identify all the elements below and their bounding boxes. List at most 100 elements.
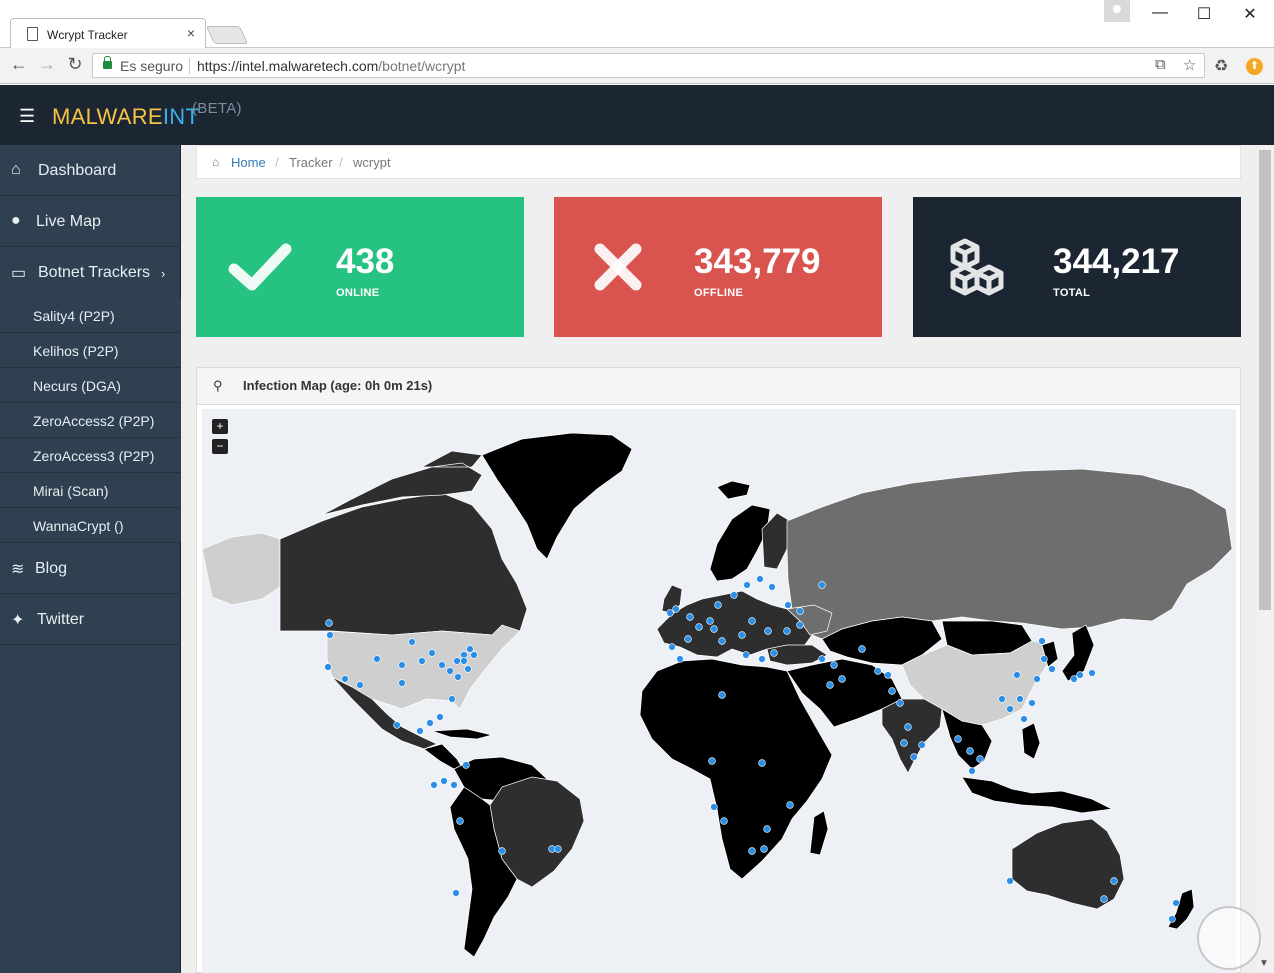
back-icon[interactable]: ← xyxy=(7,54,31,75)
world-map-svg[interactable] xyxy=(202,409,1236,973)
infection-point[interactable] xyxy=(826,681,834,689)
infection-point[interactable] xyxy=(720,817,728,825)
infection-point[interactable] xyxy=(918,741,926,749)
sidebar-item-botnet-trackers[interactable]: ▭ Botnet Trackers › xyxy=(0,247,181,299)
country-australia[interactable] xyxy=(1011,818,1125,910)
infection-point[interactable] xyxy=(900,739,908,747)
infection-point[interactable] xyxy=(874,667,882,675)
forward-icon[interactable]: → xyxy=(35,54,59,75)
infection-point[interactable] xyxy=(968,767,976,775)
tab-close-icon[interactable]: × xyxy=(187,25,195,41)
infection-point[interactable] xyxy=(838,675,846,683)
infection-point[interactable] xyxy=(448,695,456,703)
infection-point[interactable] xyxy=(888,687,896,695)
infection-point[interactable] xyxy=(748,847,756,855)
infection-point[interactable] xyxy=(398,679,406,687)
translate-icon[interactable]: ⧉ xyxy=(1155,56,1166,73)
infection-point[interactable] xyxy=(356,681,364,689)
sidebar-item-blog[interactable]: ≋ Blog xyxy=(0,543,181,594)
infection-point[interactable] xyxy=(1016,695,1024,703)
world-map[interactable]: + − xyxy=(202,409,1236,973)
infection-point[interactable] xyxy=(710,625,718,633)
close-window-button[interactable]: ✕ xyxy=(1230,4,1270,24)
infection-point[interactable] xyxy=(450,781,458,789)
infection-point[interactable] xyxy=(418,657,426,665)
infection-point[interactable] xyxy=(1100,895,1108,903)
infection-point[interactable] xyxy=(324,663,332,671)
infection-point[interactable] xyxy=(341,675,349,683)
infection-point[interactable] xyxy=(1076,671,1084,679)
infection-point[interactable] xyxy=(758,655,766,663)
infection-point[interactable] xyxy=(858,645,866,653)
minimize-button[interactable]: — xyxy=(1140,4,1180,22)
infection-point[interactable] xyxy=(452,889,460,897)
infection-point[interactable] xyxy=(830,661,838,669)
infection-point[interactable] xyxy=(1013,671,1021,679)
infection-point[interactable] xyxy=(818,581,826,589)
infection-point[interactable] xyxy=(1006,705,1014,713)
infection-point[interactable] xyxy=(764,627,772,635)
country-new-zealand[interactable] xyxy=(1167,888,1195,930)
infection-point[interactable] xyxy=(976,755,984,763)
infection-point[interactable] xyxy=(438,661,446,669)
bookmark-star-icon[interactable]: ☆ xyxy=(1183,56,1196,74)
infection-point[interactable] xyxy=(428,649,436,657)
infection-point[interactable] xyxy=(440,777,448,785)
infection-point[interactable] xyxy=(436,713,444,721)
zoom-out-button[interactable]: − xyxy=(212,439,228,454)
infection-point[interactable] xyxy=(998,695,1006,703)
infection-point[interactable] xyxy=(1048,665,1056,673)
infection-point[interactable] xyxy=(498,847,506,855)
sidebar-subitem-sality4[interactable]: Sality4 (P2P) xyxy=(0,298,181,333)
infection-point[interactable] xyxy=(714,601,722,609)
country-russia[interactable] xyxy=(786,468,1233,640)
infection-point[interactable] xyxy=(796,607,804,615)
infection-point[interactable] xyxy=(408,638,416,646)
infection-point[interactable] xyxy=(884,671,892,679)
scroll-down-arrow-icon[interactable]: ▼ xyxy=(1259,958,1269,969)
infection-point[interactable] xyxy=(738,631,746,639)
infection-point[interactable] xyxy=(325,619,333,627)
infection-point[interactable] xyxy=(1033,675,1041,683)
infection-point[interactable] xyxy=(1020,715,1028,723)
zoom-in-button[interactable]: + xyxy=(212,419,228,434)
reload-icon[interactable]: ↻ xyxy=(63,54,87,75)
infection-point[interactable] xyxy=(460,657,468,665)
brand-logo[interactable]: MALWAREINT (BETA) xyxy=(52,100,242,130)
sidebar-subitem-mirai[interactable]: Mirai (Scan) xyxy=(0,473,181,508)
region-scandinavia[interactable] xyxy=(709,504,771,582)
infection-point[interactable] xyxy=(695,623,703,631)
infection-point[interactable] xyxy=(398,661,406,669)
infection-point[interactable] xyxy=(718,637,726,645)
infection-point[interactable] xyxy=(1038,637,1046,645)
infection-point[interactable] xyxy=(896,699,904,707)
infection-point[interactable] xyxy=(718,691,726,699)
country-india[interactable] xyxy=(881,698,943,774)
infection-point[interactable] xyxy=(743,581,751,589)
infection-point[interactable] xyxy=(910,753,918,761)
address-bar[interactable]: Es seguro https://intel.malwaretech.com/… xyxy=(92,53,1205,78)
infection-point[interactable] xyxy=(456,817,464,825)
sidebar-item-live-map[interactable]: ● Live Map xyxy=(0,196,181,247)
infection-point[interactable] xyxy=(756,575,764,583)
infection-point[interactable] xyxy=(326,631,334,639)
infection-point[interactable] xyxy=(1168,915,1176,923)
infection-point[interactable] xyxy=(554,845,562,853)
user-profile-icon[interactable] xyxy=(1104,0,1130,22)
new-tab-button[interactable] xyxy=(205,26,249,44)
infection-point[interactable] xyxy=(784,601,792,609)
recycle-extension-icon[interactable]: ♻ xyxy=(1214,56,1228,76)
infection-point[interactable] xyxy=(768,583,776,591)
sidebar-subitem-necurs[interactable]: Necurs (DGA) xyxy=(0,368,181,403)
infection-point[interactable] xyxy=(770,649,778,657)
infection-point[interactable] xyxy=(1028,699,1036,707)
country-alaska[interactable] xyxy=(202,532,281,606)
infection-point[interactable] xyxy=(758,759,766,767)
breadcrumb-home-link[interactable]: Home xyxy=(231,155,266,170)
sidebar-subitem-zeroaccess3[interactable]: ZeroAccess3 (P2P) xyxy=(0,438,181,473)
infection-point[interactable] xyxy=(462,761,470,769)
infection-point[interactable] xyxy=(708,757,716,765)
infection-point[interactable] xyxy=(1040,655,1048,663)
infection-point[interactable] xyxy=(786,801,794,809)
infection-point[interactable] xyxy=(416,727,424,735)
